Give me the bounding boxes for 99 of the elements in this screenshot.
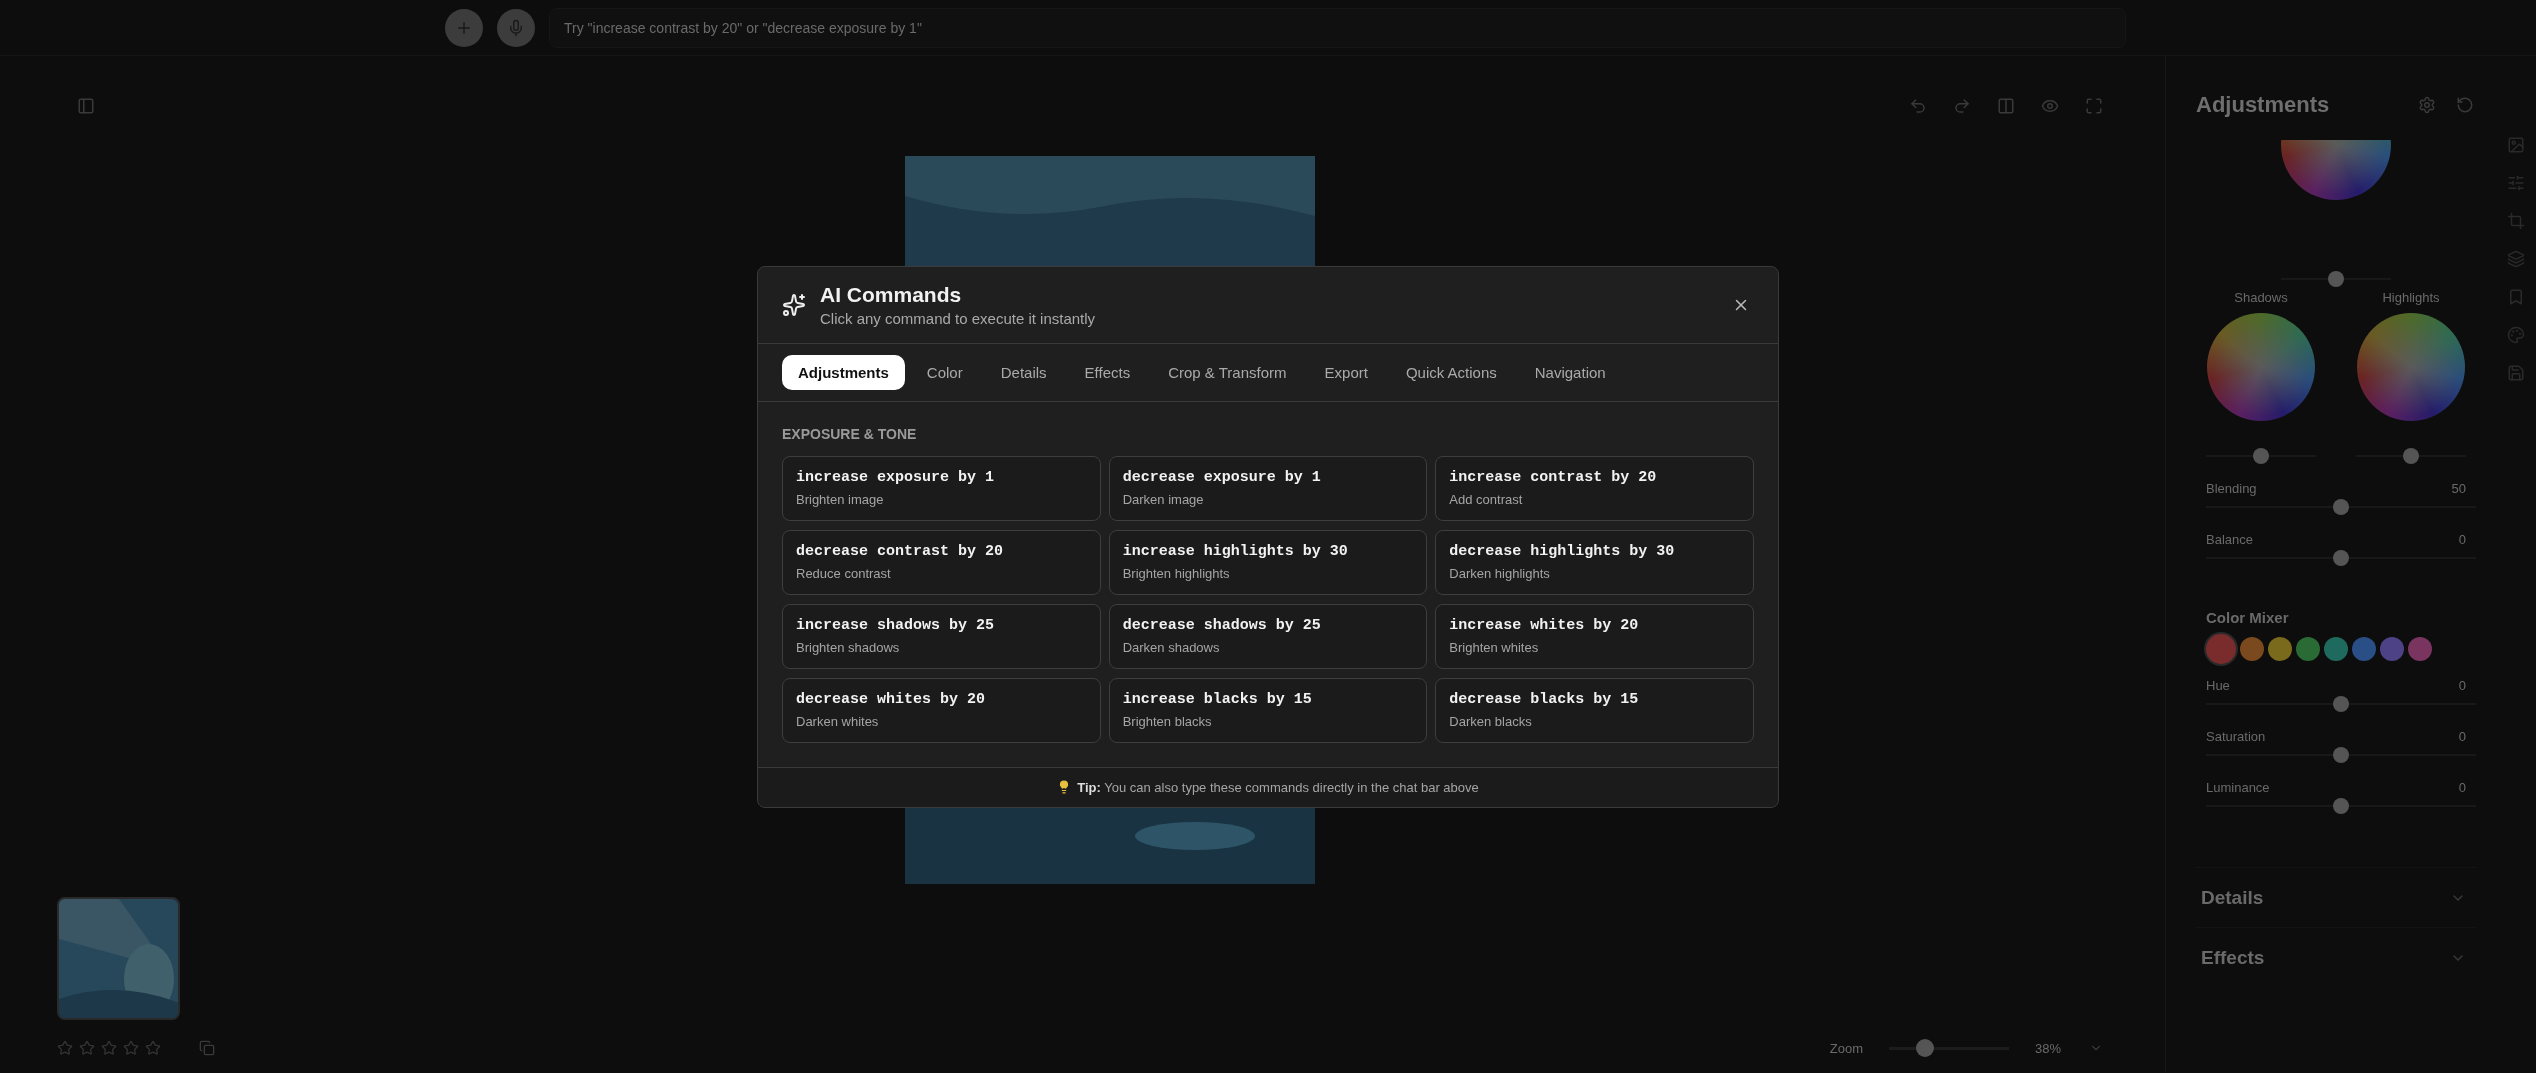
slider-label: Blending bbox=[2206, 481, 2257, 496]
crop-icon[interactable] bbox=[2507, 212, 2525, 230]
category-tab[interactable]: Effects bbox=[1068, 354, 1147, 390]
command-description: Darken image bbox=[1122, 491, 1204, 507]
command-text: decrease shadows by 25 bbox=[1122, 616, 1321, 634]
slider-value: 0 bbox=[2458, 729, 2466, 744]
command-card[interactable]: increase highlights by 30 Brighten highlights bbox=[1108, 529, 1428, 595]
slider-value: 0 bbox=[2458, 678, 2466, 693]
slider-thumb[interactable] bbox=[2333, 798, 2349, 814]
category-tab[interactable]: Navigation bbox=[1518, 354, 1622, 390]
color-swatch[interactable] bbox=[2240, 637, 2264, 661]
category-tab[interactable]: Color bbox=[910, 354, 979, 390]
save-icon[interactable] bbox=[2507, 364, 2525, 382]
command-text: decrease highlights by 30 bbox=[1449, 542, 1675, 560]
command-card[interactable]: decrease exposure by 1 Darken image bbox=[1108, 455, 1428, 521]
palette-icon[interactable] bbox=[2507, 326, 2525, 344]
command-description: Add contrast bbox=[1449, 491, 1523, 507]
command-text: decrease whites by 20 bbox=[796, 690, 986, 708]
command-card[interactable]: increase contrast by 20 Add contrast bbox=[1435, 455, 1754, 521]
command-description: Brighten shadows bbox=[796, 639, 900, 655]
category-tab[interactable]: Quick Actions bbox=[1389, 354, 1513, 390]
panel-title: Adjustments bbox=[2196, 92, 2331, 118]
command-card[interactable]: decrease shadows by 25 Darken shadows bbox=[1108, 603, 1428, 669]
command-text: increase blacks by 15 bbox=[1122, 690, 1312, 708]
section-title: Effects bbox=[2201, 946, 2265, 969]
dialog-subtitle: Click any command to execute it instantly bbox=[820, 309, 1097, 327]
command-description: Brighten highlights bbox=[1122, 565, 1230, 581]
category-tab[interactable]: Crop & Transform bbox=[1152, 354, 1303, 390]
slider-label: Balance bbox=[2206, 532, 2253, 547]
copy-icon[interactable] bbox=[197, 1038, 217, 1058]
command-description: Brighten blacks bbox=[1122, 713, 1212, 729]
command-text: increase whites by 20 bbox=[1449, 616, 1639, 634]
color-swatch[interactable] bbox=[2380, 637, 2404, 661]
bookmark-icon[interactable] bbox=[2507, 288, 2525, 306]
command-card[interactable]: decrease blacks by 15 Darken blacks bbox=[1435, 677, 1754, 743]
zoom-label: Zoom bbox=[1829, 1040, 1863, 1056]
mic-button[interactable] bbox=[497, 8, 535, 47]
color-swatch[interactable] bbox=[2296, 637, 2320, 661]
color-swatch[interactable] bbox=[2352, 637, 2376, 661]
section-heading: EXPOSURE & TONE bbox=[782, 425, 918, 442]
command-card[interactable]: decrease highlights by 30 Darken highlights bbox=[1435, 529, 1754, 595]
command-text: increase exposure by 1 bbox=[796, 468, 995, 486]
color-swatch[interactable] bbox=[2206, 634, 2236, 664]
slider-thumb[interactable] bbox=[2403, 448, 2419, 464]
command-text: decrease contrast by 20 bbox=[796, 542, 1004, 560]
section-heading: Color Mixer bbox=[2206, 609, 2290, 626]
command-card[interactable]: decrease contrast by 20 Reduce contrast bbox=[782, 529, 1101, 595]
sliders-icon[interactable] bbox=[2507, 174, 2525, 192]
command-text: decrease blacks by 15 bbox=[1449, 690, 1639, 708]
command-text: increase highlights by 30 bbox=[1122, 542, 1348, 560]
command-card[interactable]: decrease whites by 20 Darken whites bbox=[782, 677, 1101, 743]
section-header[interactable]: Effects bbox=[2196, 927, 2476, 987]
command-text: increase shadows by 25 bbox=[796, 616, 995, 634]
dialog-title: AI Commands bbox=[820, 282, 963, 307]
command-description: Brighten image bbox=[796, 491, 884, 507]
color-swatch[interactable] bbox=[2324, 637, 2348, 661]
sparkles-icon bbox=[782, 292, 806, 317]
wheel-label: Highlights bbox=[2382, 290, 2440, 305]
slider-value: 50 bbox=[2451, 481, 2466, 496]
command-description: Reduce contrast bbox=[796, 565, 891, 581]
category-tab[interactable]: Adjustments bbox=[782, 354, 905, 390]
command-card[interactable]: increase blacks by 15 Brighten blacks bbox=[1108, 677, 1428, 743]
command-description: Darken blacks bbox=[1449, 713, 1532, 729]
command-text: increase contrast by 20 bbox=[1449, 468, 1657, 486]
command-card[interactable]: increase shadows by 25 Brighten shadows bbox=[782, 603, 1101, 669]
slider-thumb[interactable] bbox=[2333, 499, 2349, 515]
slider-label: Saturation bbox=[2206, 729, 2266, 744]
image-icon[interactable] bbox=[2507, 136, 2525, 154]
wheel-label: Shadows bbox=[2234, 290, 2288, 305]
chat-input[interactable]: Try "increase contrast by 20" or "decrease exposure by 1" bbox=[549, 7, 2126, 48]
slider-thumb[interactable] bbox=[2333, 696, 2349, 712]
color-swatch[interactable] bbox=[2408, 637, 2432, 661]
slider-thumb[interactable] bbox=[2253, 448, 2269, 464]
zoom-thumb[interactable] bbox=[1915, 1038, 1934, 1057]
slider-thumb[interactable] bbox=[2328, 271, 2344, 288]
category-tab[interactable]: Details bbox=[984, 354, 1063, 390]
command-description: Brighten whites bbox=[1449, 639, 1539, 655]
mic-icon bbox=[507, 18, 525, 37]
star-rating[interactable] bbox=[57, 1040, 161, 1056]
command-description: Darken whites bbox=[796, 713, 879, 729]
command-card[interactable]: increase whites by 20 Brighten whites bbox=[1435, 603, 1754, 669]
slider-label: Hue bbox=[2206, 678, 2230, 693]
slider-value: 0 bbox=[2458, 780, 2466, 795]
add-button[interactable] bbox=[445, 8, 483, 47]
command-description: Darken highlights bbox=[1449, 565, 1550, 581]
slider-thumb[interactable] bbox=[2333, 747, 2349, 763]
slider-value: 0 bbox=[2458, 532, 2466, 547]
section-header[interactable]: Details bbox=[2196, 867, 2476, 927]
slider-label: Luminance bbox=[2206, 780, 2270, 795]
category-tab[interactable]: Export bbox=[1308, 354, 1384, 390]
section-title: Details bbox=[2201, 886, 2264, 909]
zoom-value: 38% bbox=[2034, 1040, 2061, 1056]
slider-thumb[interactable] bbox=[2333, 550, 2349, 566]
tip-text: Tip: You can also type these commands directly in the chat bar above bbox=[1077, 779, 1479, 795]
command-card[interactable]: increase exposure by 1 Brighten image bbox=[782, 455, 1101, 521]
color-swatch[interactable] bbox=[2268, 637, 2292, 661]
command-description: Darken shadows bbox=[1122, 639, 1220, 655]
command-text: decrease exposure by 1 bbox=[1122, 468, 1321, 486]
layers-icon[interactable] bbox=[2507, 250, 2525, 268]
